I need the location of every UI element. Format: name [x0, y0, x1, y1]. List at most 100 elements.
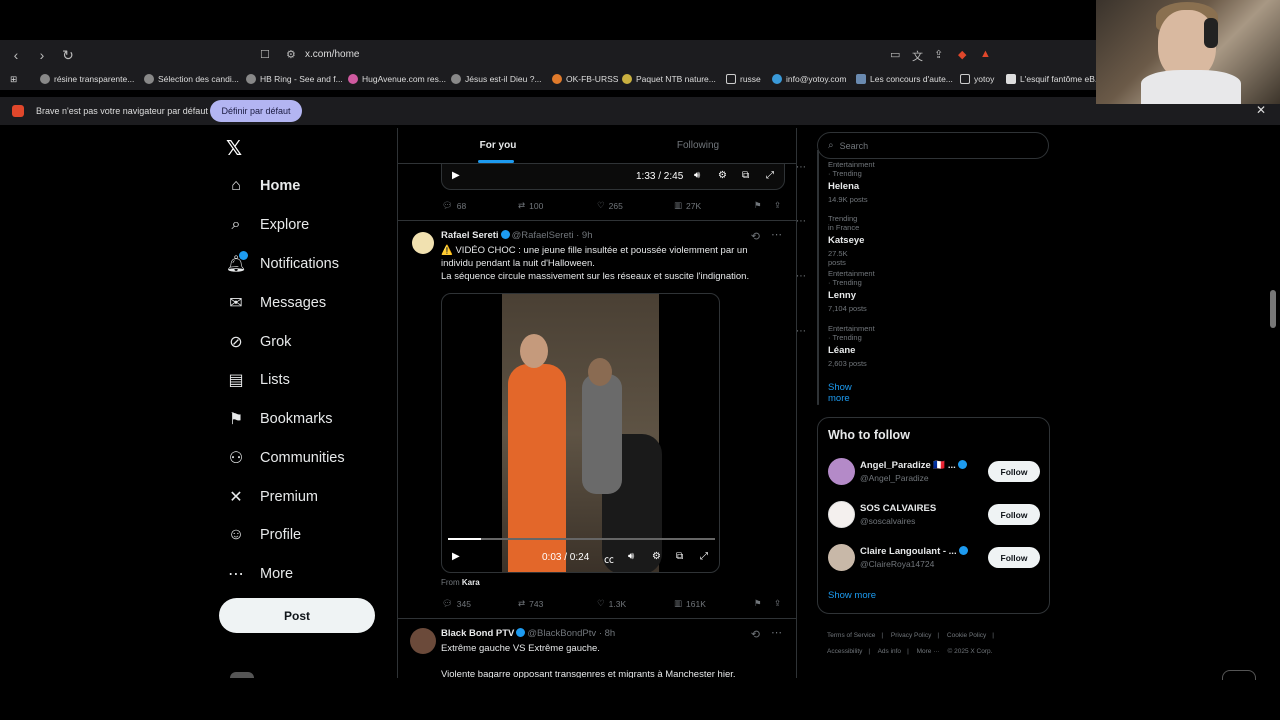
follow-button[interactable]: Follow — [988, 461, 1040, 482]
captions-icon[interactable]: ㏄ — [604, 551, 614, 566]
reply-button[interactable]: 💬︎ 345 — [442, 598, 471, 609]
reply-button[interactable]: 💬︎ 68 — [442, 200, 466, 211]
nav-item-lists[interactable]: ▤ Lists — [226, 370, 289, 390]
bookmark-item[interactable]: HB Ring - See and f... — [246, 74, 343, 84]
set-default-button[interactable]: Définir par défaut — [210, 100, 302, 122]
play-icon[interactable]: ▶ — [452, 551, 460, 562]
more-icon[interactable]: ⋯ — [796, 326, 806, 337]
nav-item-explore[interactable]: ⌕ Explore — [226, 215, 310, 235]
translate-icon[interactable]: 文 — [912, 48, 923, 64]
bookmark-item[interactable]: L'esquif fantôme eB... — [1006, 74, 1102, 84]
avatar[interactable] — [828, 544, 855, 571]
settings-icon[interactable]: ⚙ — [718, 170, 727, 181]
pip-icon[interactable]: ⧉ — [676, 551, 683, 562]
views-button[interactable]: ▥ 27K — [674, 200, 701, 211]
nav-item-notifications[interactable]: 🔔︎ Notifications — [226, 251, 339, 274]
show-more-follow-link[interactable]: Show more — [828, 590, 876, 601]
share-icon[interactable]: ⇪ — [934, 48, 943, 61]
more-icon[interactable]: ⋯ — [796, 216, 806, 227]
bookmark-item[interactable]: OK-FB-URSS — [552, 74, 618, 84]
author-name[interactable]: Rafael Sereti — [441, 230, 499, 241]
play-icon[interactable]: ▶ — [452, 170, 460, 181]
author-name[interactable]: Black Bond PTV — [441, 628, 514, 639]
x-logo-icon[interactable]: 𝕏 — [226, 136, 242, 161]
apps-icon[interactable]: ⊞ — [10, 74, 17, 85]
back-icon[interactable]: ‹ — [6, 45, 26, 65]
settings-icon[interactable]: ⚙ — [652, 551, 661, 562]
avatar[interactable] — [828, 501, 855, 528]
nav-item-profile[interactable]: ☺ Profile — [226, 525, 301, 545]
author-handle[interactable]: @RafaelSereti — [512, 230, 574, 241]
terms-link[interactable]: Terms of Service — [827, 632, 875, 639]
tab-for-you[interactable]: For you — [398, 128, 598, 163]
author-handle[interactable]: @BlackBondPtv — [527, 628, 596, 639]
trend-item[interactable]: Entertainment · Trending Lenny 7,104 pos… — [828, 269, 875, 313]
show-more-trends-link[interactable]: Show more — [828, 382, 852, 404]
ads-info-link[interactable]: Ads info — [878, 648, 902, 655]
bookmark-item[interactable]: info@yotoy.com — [772, 74, 846, 84]
follow-button[interactable]: Follow — [988, 547, 1040, 568]
brave-shield-icon[interactable]: ◆ — [958, 48, 966, 61]
fullscreen-icon[interactable]: ⤢ — [766, 170, 774, 181]
site-info-icon[interactable]: ⚙ — [286, 48, 296, 61]
views-button[interactable]: ▥ 161K — [674, 598, 706, 609]
tweet-time[interactable]: · 8h — [599, 628, 615, 639]
timeline[interactable]: For you Following ▶ 1:33 / 2:45 🔊︎ ⚙ ⧉ ⤢… — [397, 128, 797, 678]
fullscreen-icon[interactable]: ⤢ — [700, 551, 708, 562]
bookmark-item[interactable]: résine transparente... — [40, 74, 134, 84]
page-scrollbar[interactable] — [1270, 290, 1276, 328]
more-icon[interactable]: ⋯ — [796, 271, 806, 282]
bookmark-item[interactable]: Jésus est-il Dieu ?... — [451, 74, 542, 84]
reload-icon[interactable]: ↻ — [58, 45, 78, 65]
messages-drawer-tab[interactable] — [1222, 670, 1256, 680]
cookie-link[interactable]: Cookie Policy — [947, 632, 986, 639]
nav-item-messages[interactable]: ✉ Messages — [226, 293, 326, 313]
bookmark-item[interactable]: Les concours d'aute... — [856, 74, 953, 84]
share-icon[interactable]: ⇪ — [774, 598, 781, 609]
avatar[interactable] — [412, 232, 434, 254]
bookmark-item[interactable]: Paquet NTB nature... — [622, 74, 716, 84]
avatar[interactable] — [828, 458, 855, 485]
nav-item-home[interactable]: ⌂ Home — [226, 176, 300, 196]
like-button[interactable]: ♡ 265 — [597, 200, 623, 211]
follow-button[interactable]: Follow — [988, 504, 1040, 525]
more-icon[interactable]: ⋯ — [771, 626, 782, 639]
pip-icon[interactable]: ⧉ — [742, 170, 749, 181]
follow-suggestion[interactable]: SOS CALVAIRES @soscalvaires Follow — [828, 501, 1040, 531]
accessibility-link[interactable]: Accessibility — [827, 648, 862, 655]
forward-icon[interactable]: › — [32, 45, 52, 65]
cast-icon[interactable]: ▭ — [890, 48, 900, 61]
trend-item[interactable]: Entertainment · Trending Helena 14.9K po… — [828, 160, 875, 204]
post-button[interactable]: Post — [219, 598, 375, 633]
close-icon[interactable]: ✕ — [1256, 103, 1266, 117]
video-player[interactable]: ▶ 0:03 / 0:24 ㏄ 🔊︎ ⚙ ⧉ ⤢ — [441, 293, 720, 573]
nav-item-communities[interactable]: ⚇ Communities — [226, 448, 345, 468]
share-icon[interactable]: ⇪ — [774, 200, 781, 211]
video-player[interactable]: ▶ 1:33 / 2:45 🔊︎ ⚙ ⧉ ⤢ — [441, 164, 785, 190]
bookmark-page-icon[interactable]: ☐ — [260, 48, 270, 61]
volume-icon[interactable]: 🔊︎ — [694, 170, 700, 181]
tweet-time[interactable]: · 9h — [576, 230, 592, 241]
nav-item-bookmarks[interactable]: ⚑ Bookmarks — [226, 409, 333, 429]
tab-following[interactable]: Following — [598, 128, 796, 163]
video-progress[interactable] — [448, 538, 715, 540]
nav-item-more[interactable]: ⋯ More — [226, 564, 293, 584]
trend-item[interactable]: Entertainment · Trending Léane 2,603 pos… — [828, 324, 875, 368]
avatar[interactable] — [410, 628, 436, 654]
grok-icon[interactable]: ⟲ — [751, 230, 760, 243]
bookmark-icon[interactable]: ⚑ — [754, 598, 762, 609]
repost-button[interactable]: ⇄ 743 — [518, 598, 543, 609]
privacy-link[interactable]: Privacy Policy — [891, 632, 931, 639]
bookmark-icon[interactable]: ⚑ — [754, 200, 762, 211]
repost-button[interactable]: ⇄ 100 — [518, 200, 543, 211]
avatar[interactable] — [230, 672, 254, 678]
follow-suggestion[interactable]: Angel_Paradize 🇫🇷 ... @Angel_Paradize Fo… — [828, 458, 1040, 488]
bookmark-folder[interactable]: russe — [726, 74, 761, 84]
volume-icon[interactable]: 🔊︎ — [628, 551, 634, 562]
brave-rewards-icon[interactable]: ▲ — [980, 48, 991, 60]
more-icon[interactable]: ⋯ — [771, 228, 782, 241]
search-input[interactable]: ⌕ Search — [817, 132, 1049, 159]
address-bar[interactable]: x.com/home — [305, 49, 359, 60]
more-icon[interactable]: ⋯ — [796, 162, 806, 173]
nav-item-grok[interactable]: ⊘ Grok — [226, 332, 291, 352]
